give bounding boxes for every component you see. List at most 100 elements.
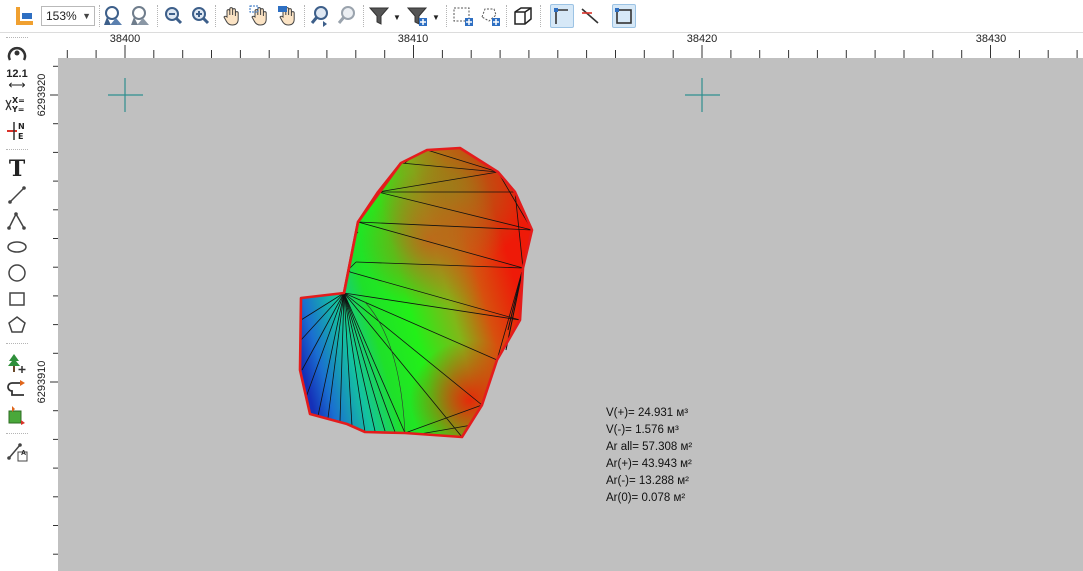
circle-icon xyxy=(8,264,26,282)
snap-line-button[interactable] xyxy=(578,4,602,28)
zoom-in-button[interactable] xyxy=(188,4,212,28)
zoom-next-button[interactable] xyxy=(335,4,359,28)
chevron-down-icon[interactable]: ▼ xyxy=(393,13,401,22)
y-tick-label: 6293920 xyxy=(36,74,48,117)
filter-button[interactable] xyxy=(367,4,391,28)
svg-text:X=: X= xyxy=(12,96,25,105)
north-east-icon: N E xyxy=(7,122,25,141)
svg-text:Y=: Y= xyxy=(11,105,25,114)
line-icon xyxy=(8,186,26,204)
tree-plus-icon xyxy=(8,354,26,373)
line-snap-icon xyxy=(581,8,599,24)
add-point-tool[interactable] xyxy=(4,351,30,375)
toolbar-separator xyxy=(99,5,100,27)
zoom-in-icon xyxy=(192,7,210,25)
dashed-lasso-add-icon xyxy=(481,8,500,26)
double-arrow-icon: ⟷ xyxy=(8,77,26,92)
pan-north-button[interactable] xyxy=(276,4,300,28)
ellipse-icon xyxy=(7,241,27,253)
pan-select-button[interactable] xyxy=(248,4,272,28)
magnifier-back-icon xyxy=(310,6,328,27)
ellipse-tool[interactable] xyxy=(4,235,30,259)
svg-text:N: N xyxy=(18,122,25,131)
fill-square-icon xyxy=(8,406,25,425)
corner-snap-icon xyxy=(554,8,568,24)
xy-coordinates-icon: X= Y= xyxy=(5,96,25,114)
polygon-tool[interactable] xyxy=(4,313,30,337)
stat-area-all: Ar all= 57.308 м² xyxy=(606,441,693,453)
label-line-tool[interactable]: A xyxy=(4,439,30,463)
x-tick-label: 38410 xyxy=(398,33,429,45)
measure-tool[interactable] xyxy=(4,41,30,65)
hand-north-icon xyxy=(278,6,295,26)
hand-icon xyxy=(223,7,239,26)
map-background xyxy=(58,58,1083,571)
toolbar-separator xyxy=(304,5,305,27)
x-tick-label: 38420 xyxy=(687,33,718,45)
rectangle-tool[interactable] xyxy=(4,287,30,311)
drawing-toolbar: 12.1 ⟷ X= Y= N E T A xyxy=(0,33,34,571)
hand-select-icon xyxy=(249,5,267,26)
contour-edit-icon xyxy=(7,380,25,396)
toolbar-separator xyxy=(215,5,216,27)
distance-tool[interactable]: 12.1 ⟷ xyxy=(4,67,30,91)
zoom-value: 153% xyxy=(46,9,77,23)
toolbar: 153% ▼ ▼ ▼ xyxy=(0,0,1083,33)
rectangle-icon xyxy=(9,292,25,306)
fill-tool[interactable] xyxy=(4,403,30,427)
select-lasso-button[interactable] xyxy=(478,4,502,28)
zoom-select[interactable]: 153% ▼ xyxy=(41,6,95,26)
edit-contour-tool[interactable] xyxy=(4,377,30,401)
chevron-down-icon[interactable]: ▼ xyxy=(432,13,440,22)
stat-area-positive: Ar(+)= 43.943 м² xyxy=(606,458,692,470)
select-rect-button[interactable] xyxy=(451,4,475,28)
map-view[interactable]: 38400 38410 38420 38430 6293920 6293910 xyxy=(33,33,1083,571)
funnel-plus-icon xyxy=(406,7,428,26)
zoom-out-button[interactable] xyxy=(161,4,185,28)
pan-button[interactable] xyxy=(220,4,244,28)
toolbar-separator xyxy=(6,433,28,434)
stat-area-zero: Ar(0)= 0.078 м² xyxy=(606,492,686,504)
zoom-window-button[interactable] xyxy=(128,4,152,28)
cube-icon xyxy=(514,7,532,25)
line-tool[interactable] xyxy=(4,183,30,207)
text-T-icon: T xyxy=(8,156,26,182)
magnifier-forward-icon xyxy=(337,6,355,24)
pentagon-icon xyxy=(8,316,26,333)
stat-volume-negative: V(-)= 1.576 м³ xyxy=(606,424,679,436)
toolbar-separator xyxy=(506,5,507,27)
left-ruler xyxy=(33,58,58,571)
chevron-down-icon: ▼ xyxy=(82,11,91,21)
snap-frame-button[interactable] xyxy=(612,4,636,28)
polyline-icon xyxy=(7,212,26,230)
frame-snap-icon xyxy=(615,8,632,24)
toolbar-separator xyxy=(540,5,541,27)
circle-tool[interactable] xyxy=(4,261,30,285)
x-tick-label: 38400 xyxy=(110,33,141,45)
zoom-previous-button[interactable] xyxy=(308,4,332,28)
zoom-extents-button[interactable] xyxy=(101,4,125,28)
svg-text:E: E xyxy=(18,132,23,141)
arc-measure-icon xyxy=(7,46,27,61)
filter-add-button[interactable] xyxy=(405,4,429,28)
magnifier-mountain-icon xyxy=(104,6,122,25)
3d-view-button[interactable] xyxy=(511,4,535,28)
line-label-letter: A xyxy=(21,450,27,457)
dashed-rect-add-icon xyxy=(453,7,473,26)
snap-corner-button[interactable] xyxy=(550,4,574,28)
x-tick-label: 38430 xyxy=(976,33,1007,45)
toolbar-separator xyxy=(363,5,364,27)
layer-properties-button[interactable] xyxy=(12,4,36,28)
polyline-tool[interactable] xyxy=(4,209,30,233)
coordinates-tool[interactable]: X= Y= xyxy=(4,93,30,117)
magnifier-mountain-gray-icon xyxy=(131,6,149,25)
toolbar-separator xyxy=(446,5,447,27)
toolbar-separator xyxy=(6,343,28,344)
toolbar-separator xyxy=(6,37,28,38)
toolbar-separator xyxy=(6,149,28,150)
zoom-out-icon xyxy=(165,7,183,25)
text-tool[interactable]: T xyxy=(4,156,30,182)
funnel-icon xyxy=(368,7,390,25)
ne-tool[interactable]: N E xyxy=(4,119,30,143)
y-tick-label: 6293910 xyxy=(36,361,48,404)
